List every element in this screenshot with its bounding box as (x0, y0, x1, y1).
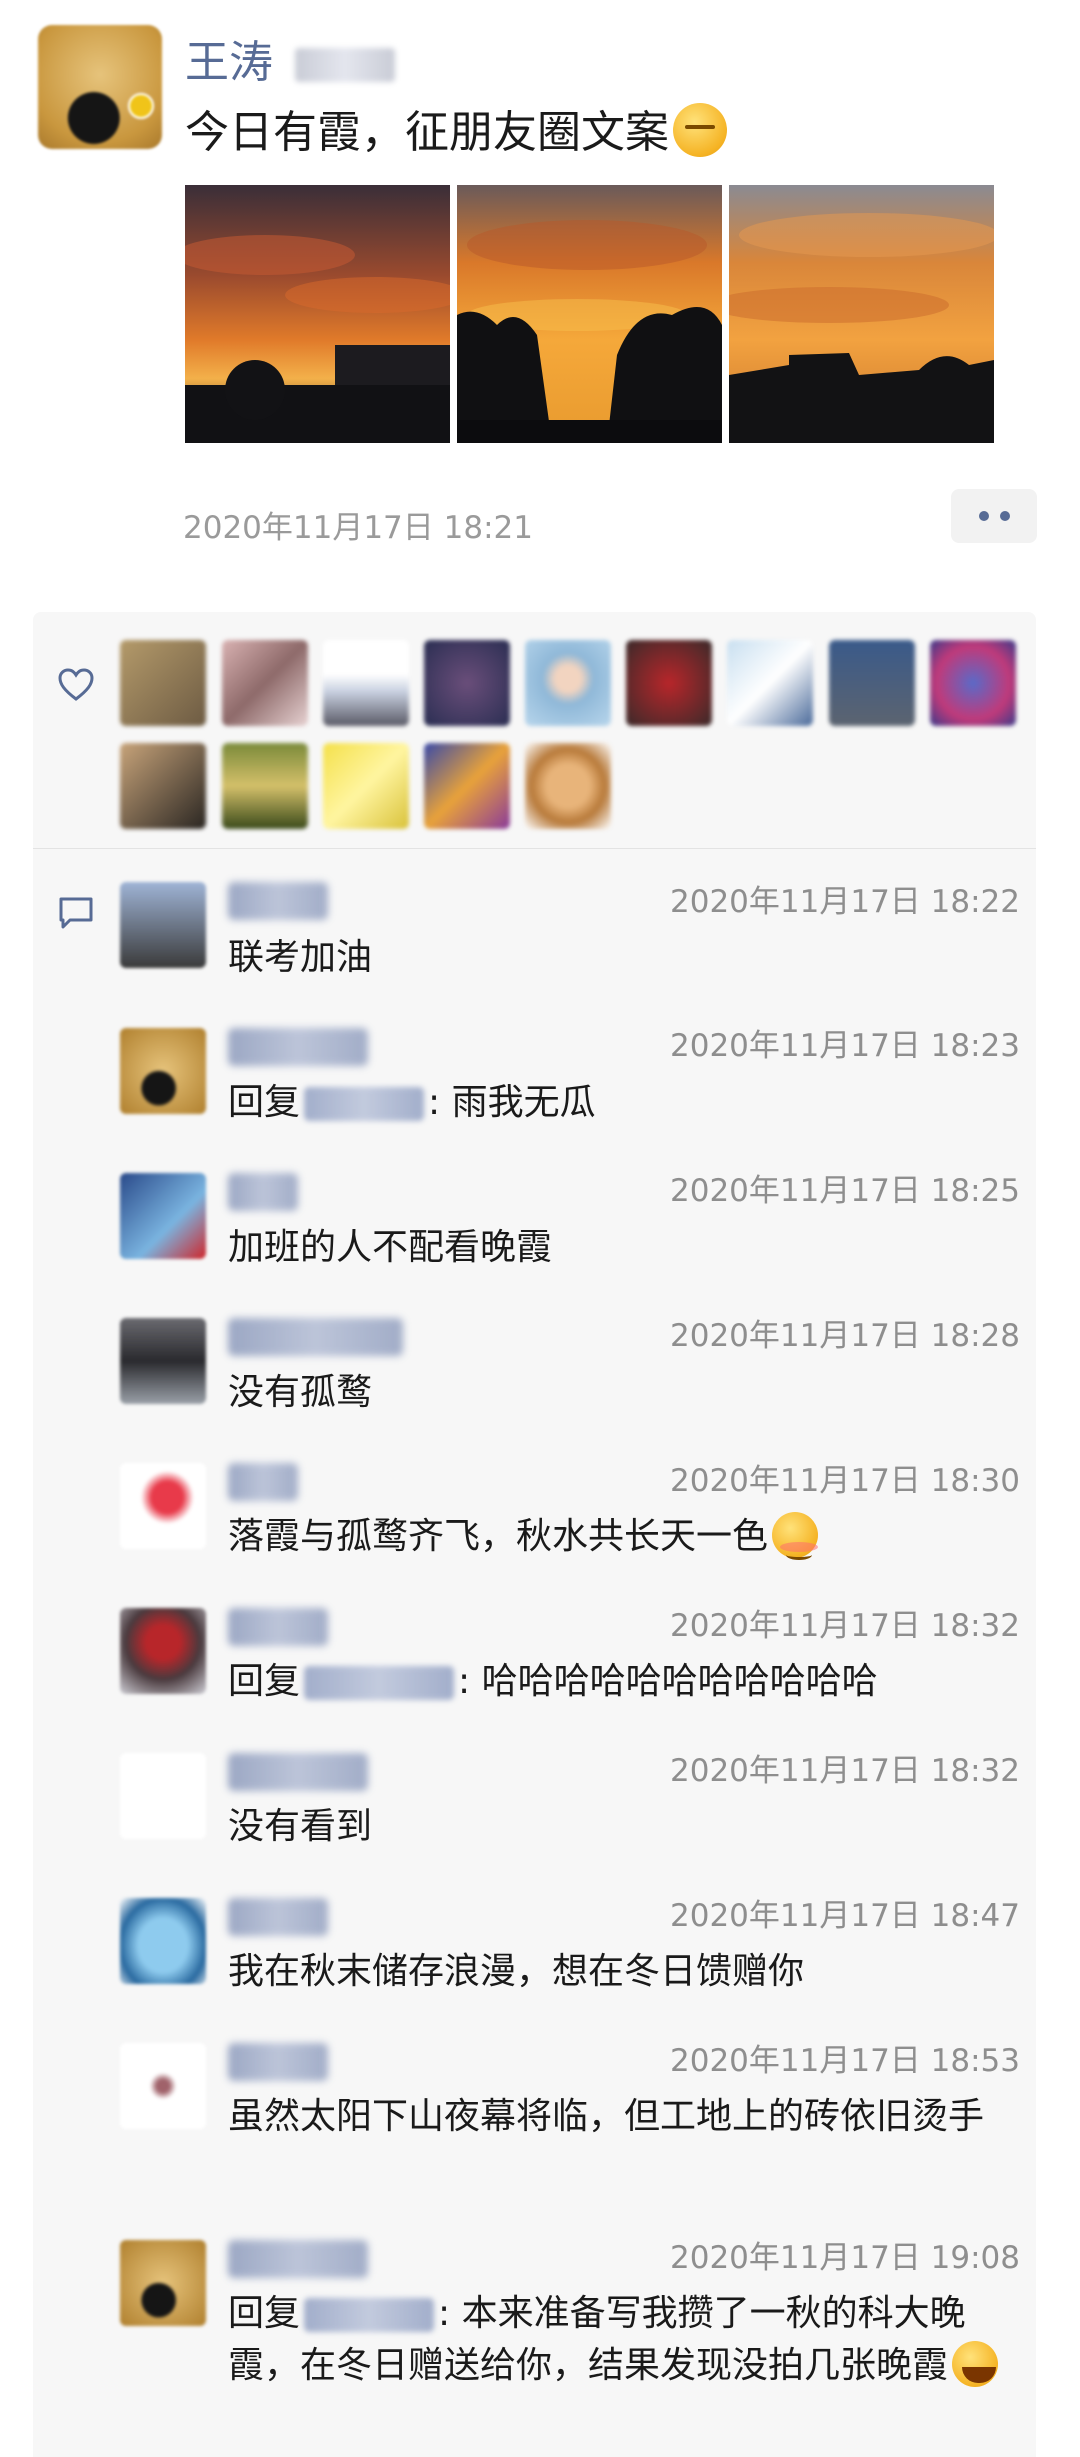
commenter-avatar[interactable] (120, 1173, 206, 1259)
heart-outline-icon (58, 668, 94, 701)
comment-text[interactable]: 回复: 本来准备写我攒了一秋的科大晚霞，在冬日赠送给你，结果发现没拍几张晚霞 (228, 2288, 1018, 2392)
post-photo-1[interactable] (185, 185, 450, 443)
comment-time: 2020年11月17日 18:30 (670, 1463, 1020, 1499)
dot-icon (978, 511, 989, 521)
post-timestamp: 2020年11月17日 18:21 (183, 510, 533, 546)
reply-target-name[interactable] (304, 2298, 435, 2332)
laughing-tears-face-icon (952, 2341, 999, 2387)
comment-text[interactable]: 没有孤鹜 (228, 1367, 1018, 1419)
commenter-avatar[interactable] (120, 1028, 206, 1114)
commenter-name[interactable] (228, 1028, 368, 1066)
comment-time: 2020年11月17日 18:32 (670, 1608, 1020, 1644)
like-avatar[interactable] (525, 640, 611, 726)
comment-time: 2020年11月17日 18:25 (670, 1173, 1020, 1209)
comment-text[interactable]: 回复 : 哈哈哈哈哈哈哈哈哈哈哈 (228, 1656, 1018, 1708)
reply-target-name[interactable] (304, 1087, 425, 1121)
commenter-name[interactable] (228, 2043, 328, 2081)
comment-time: 2020年11月17日 19:08 (670, 2240, 1020, 2276)
likes-divider (33, 848, 1036, 849)
post-photo-2[interactable] (457, 185, 722, 443)
like-avatar[interactable] (323, 640, 409, 726)
like-avatar[interactable] (626, 640, 712, 726)
reply-label: 回复 (228, 1082, 301, 1123)
like-avatar[interactable] (424, 743, 510, 829)
author-name-text: 王涛 (185, 37, 273, 88)
like-avatar[interactable] (120, 640, 206, 726)
comment-bubble-icon (59, 897, 93, 929)
reply-label: 回复 (228, 1661, 301, 1702)
post-photo-3[interactable] (729, 185, 994, 443)
smirk-face-icon (673, 103, 727, 157)
commenter-avatar[interactable] (120, 1898, 206, 1984)
comment-time: 2020年11月17日 18:47 (670, 1898, 1020, 1934)
commenter-name[interactable] (228, 1173, 298, 1211)
comment-time: 2020年11月17日 18:28 (670, 1318, 1020, 1354)
like-avatar[interactable] (323, 743, 409, 829)
commenter-avatar[interactable] (120, 1318, 206, 1404)
commenter-name[interactable] (228, 1463, 298, 1501)
comment-text[interactable]: 加班的人不配看晚霞 (228, 1222, 1018, 1274)
comment-time: 2020年11月17日 18:22 (670, 884, 1020, 920)
comment-time: 2020年11月17日 18:23 (670, 1028, 1020, 1064)
post-text: 今日有霞，征朋友圈文案 (185, 96, 727, 160)
like-avatar[interactable] (930, 640, 1016, 726)
author-avatar[interactable] (38, 25, 162, 149)
commenter-name[interactable] (228, 1898, 328, 1936)
comment-text[interactable]: 没有看到 (228, 1801, 1018, 1853)
comment-body: : 雨我无瓜 (428, 1082, 596, 1123)
commenter-name[interactable] (228, 2240, 368, 2278)
like-avatar[interactable] (424, 640, 510, 726)
blush-face-icon (772, 1512, 819, 1560)
commenter-avatar[interactable] (120, 1463, 206, 1549)
post-text-content: 今日有霞，征朋友圈文案 (185, 107, 669, 158)
commenter-avatar[interactable] (120, 1753, 206, 1839)
comment-body: 落霞与孤鹜齐飞，秋水共长天一色 (228, 1516, 769, 1557)
comment-time: 2020年11月17日 18:32 (670, 1753, 1020, 1789)
like-avatar[interactable] (222, 743, 308, 829)
like-avatar[interactable] (727, 640, 813, 726)
commenter-avatar[interactable] (120, 2043, 206, 2129)
commenter-name[interactable] (228, 1318, 403, 1356)
dot-icon (999, 511, 1010, 521)
commenter-name[interactable] (228, 882, 328, 920)
commenter-name[interactable] (228, 1753, 368, 1791)
more-actions-button[interactable] (951, 489, 1037, 543)
like-avatar[interactable] (829, 640, 915, 726)
commenter-avatar[interactable] (120, 2240, 206, 2326)
comment-text[interactable]: 我在秋末储存浪漫，想在冬日馈赠你 (228, 1946, 1018, 1998)
comment-text[interactable]: 联考加油 (228, 932, 1018, 984)
commenter-name[interactable] (228, 1608, 328, 1646)
comment-text[interactable]: 虽然太阳下山夜幕将临，但工地上的砖依旧烫手 (228, 2091, 1018, 2143)
author-name[interactable]: 王涛 (185, 26, 395, 90)
reply-target-name[interactable] (304, 1666, 455, 1700)
commenter-avatar[interactable] (120, 1608, 206, 1694)
reply-label: 回复 (228, 2293, 301, 2334)
commenter-avatar[interactable] (120, 882, 206, 968)
comment-text[interactable]: 回复 : 雨我无瓜 (228, 1077, 1018, 1129)
comment-time: 2020年11月17日 18:53 (670, 2043, 1020, 2079)
like-avatar[interactable] (525, 743, 611, 829)
author-name-blurred (295, 48, 395, 82)
like-avatar[interactable] (222, 640, 308, 726)
comment-body: : 哈哈哈哈哈哈哈哈哈哈哈 (458, 1661, 878, 1702)
like-avatar[interactable] (120, 743, 206, 829)
avatar-badge (128, 93, 154, 119)
comment-text[interactable]: 落霞与孤鹜齐飞，秋水共长天一色 (228, 1511, 1018, 1563)
